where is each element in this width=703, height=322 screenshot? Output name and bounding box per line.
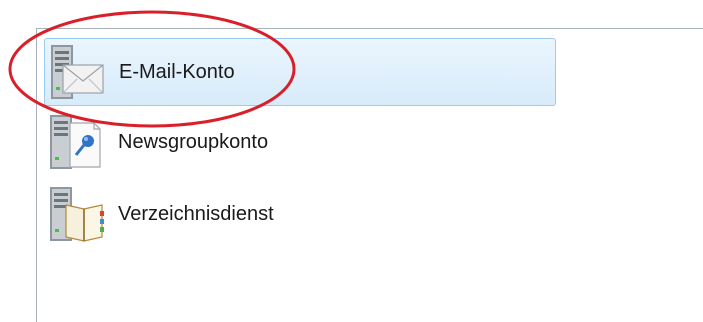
account-item-email[interactable]: E-Mail-Konto bbox=[44, 38, 556, 106]
account-item-label: E-Mail-Konto bbox=[119, 60, 235, 83]
newsgroup-account-icon bbox=[44, 111, 110, 173]
panel-border-top bbox=[36, 28, 703, 29]
account-item-newsgroup[interactable]: Newsgroupkonto bbox=[44, 106, 564, 178]
account-item-label: Newsgroupkonto bbox=[118, 130, 269, 153]
account-type-list: E-Mail-Konto Newsgroupkonto Verzeichnisd… bbox=[44, 38, 564, 250]
account-item-directory[interactable]: Verzeichnisdienst bbox=[44, 178, 564, 250]
panel-border-left bbox=[36, 28, 37, 322]
account-item-label: Verzeichnisdienst bbox=[118, 202, 274, 225]
directory-service-icon bbox=[44, 183, 110, 245]
email-account-icon bbox=[45, 41, 111, 103]
